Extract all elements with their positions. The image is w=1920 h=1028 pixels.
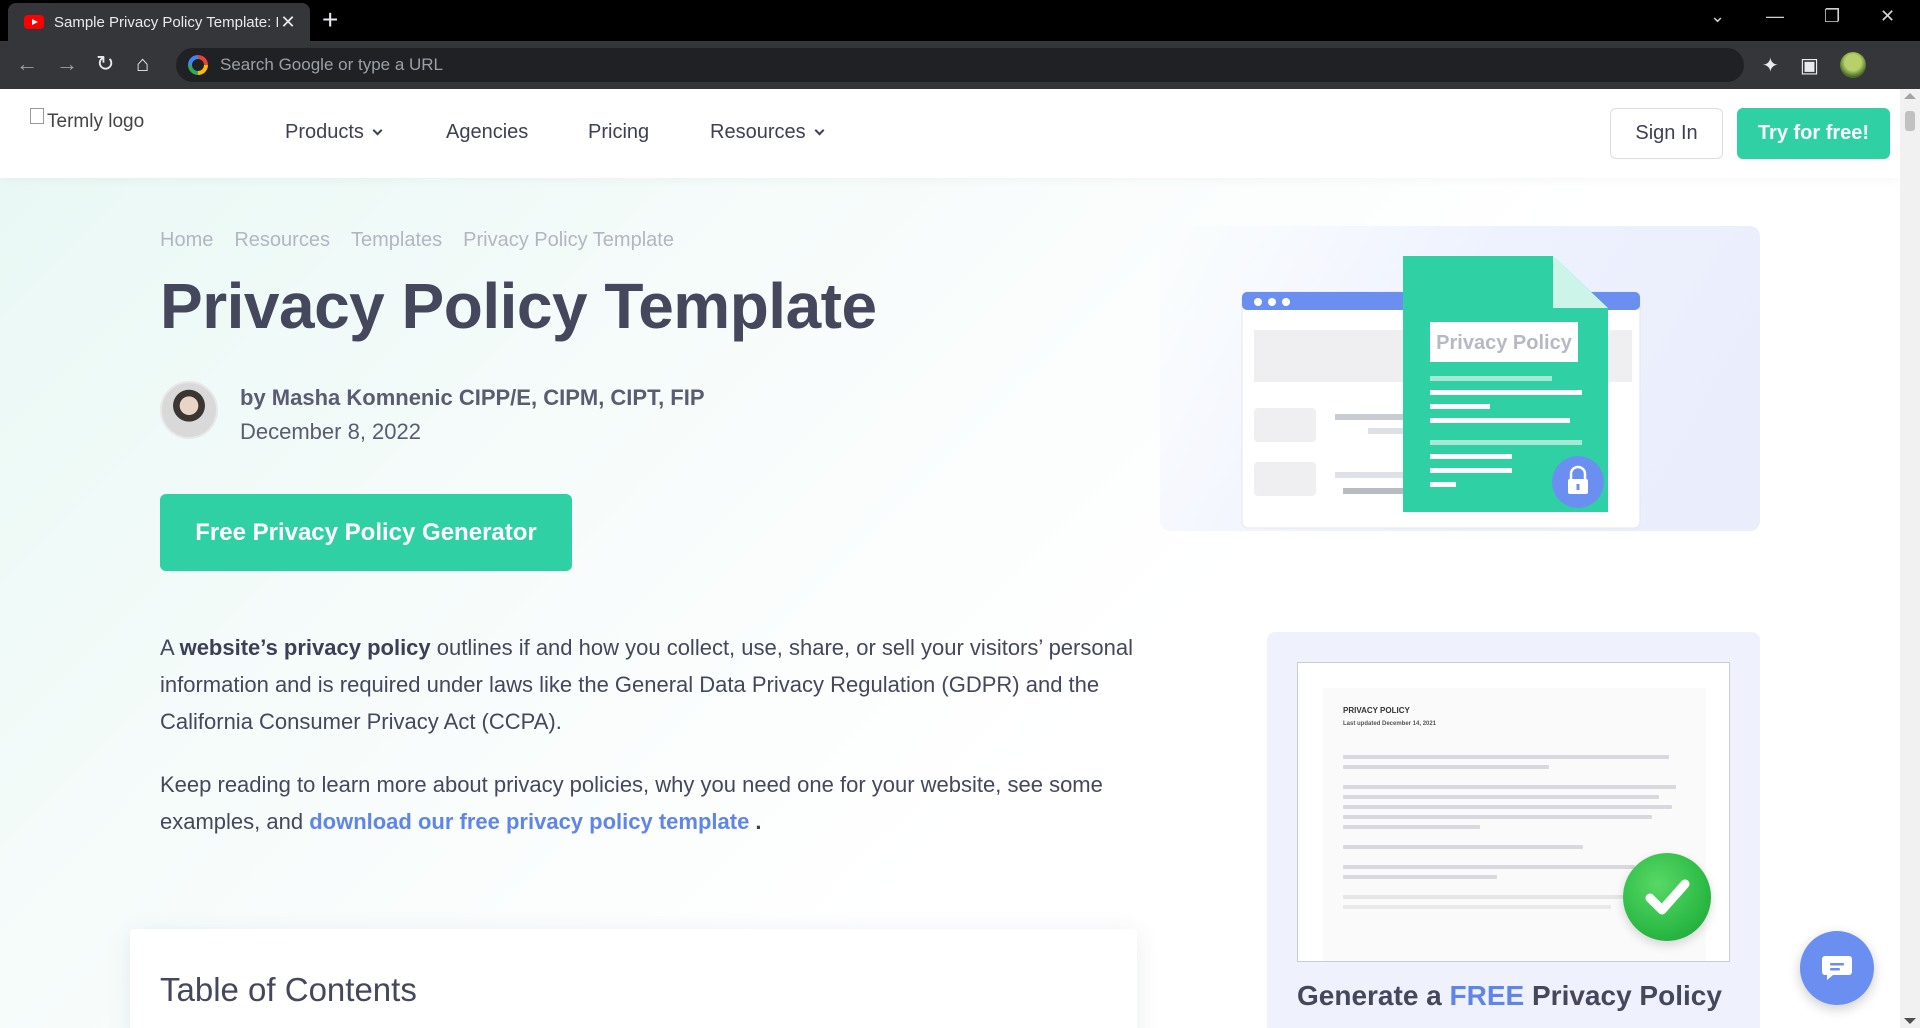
privacy-policy-illustration: Privacy Policy <box>1241 256 1641 529</box>
author-byline: by Masha Komnenic CIPP/E, CIPM, CIPT, FI… <box>240 385 705 410</box>
nav-resources-label: Resources <box>710 121 806 143</box>
google-g-icon <box>188 55 208 75</box>
tab-search-icon[interactable]: ⌄ <box>1710 6 1725 27</box>
nav-pricing[interactable]: Pricing <box>588 121 649 144</box>
site-header: Termly logo Products Agencies Pricing Re… <box>0 89 1900 178</box>
address-bar-placeholder: Search Google or type a URL <box>220 55 444 74</box>
browser-tab-strip: Sample Privacy Policy Template: F ✕ + ⌄ … <box>0 0 1920 41</box>
close-window-button[interactable]: ✕ <box>1880 6 1895 27</box>
chat-icon <box>1822 956 1852 980</box>
scroll-up-arrow-icon[interactable] <box>1904 93 1916 99</box>
lock-icon <box>1552 456 1604 508</box>
home-button[interactable]: ⌂ <box>136 51 149 77</box>
nav-agencies[interactable]: Agencies <box>446 121 528 144</box>
breadcrumb-current: Privacy Policy Template <box>463 229 674 251</box>
breadcrumb-templates[interactable]: Templates <box>351 229 442 252</box>
privacy-policy-doc-preview: PRIVACY POLICY Last updated December 14,… <box>1297 662 1730 962</box>
restore-button[interactable]: ❐ <box>1824 6 1840 27</box>
breadcrumb-resources[interactable]: Resources <box>234 229 330 252</box>
youtube-favicon-icon <box>24 15 44 29</box>
browser-tab-active[interactable]: Sample Privacy Policy Template: F ✕ <box>8 3 310 41</box>
toc-title: Table of Contents <box>160 971 417 1008</box>
download-template-link[interactable]: download our free privacy policy templat… <box>309 809 749 834</box>
nav-agencies-label: Agencies <box>446 121 529 143</box>
minimize-button[interactable]: — <box>1766 6 1784 27</box>
chevron-down-icon <box>814 125 825 135</box>
sidebar-generator-card[interactable]: PRIVACY POLICY Last updated December 14,… <box>1267 632 1760 1028</box>
nav-resources[interactable]: Resources <box>710 121 825 144</box>
try-free-button[interactable]: Try for free! <box>1737 108 1890 159</box>
browser-toolbar: ← → ↻ ⌂ Search Google or type a URL ✦ ▣ <box>0 41 1920 89</box>
sign-in-button[interactable]: Sign In <box>1610 108 1723 159</box>
profile-avatar-icon[interactable] <box>1840 52 1866 78</box>
free-privacy-policy-generator-button[interactable]: Free Privacy Policy Generator <box>160 494 572 571</box>
tab-title: Sample Privacy Policy Template: F <box>54 13 278 31</box>
broken-image-icon <box>30 108 44 124</box>
page-title: Privacy Policy Template <box>160 270 877 342</box>
puzzle-icon[interactable]: ✦ <box>1762 53 1779 78</box>
nav-pricing-label: Pricing <box>588 121 650 143</box>
nav-products-label: Products <box>285 121 364 143</box>
doc-heading: PRIVACY POLICY <box>1343 706 1410 715</box>
breadcrumb: Home Resources Templates Privacy Policy … <box>160 229 695 252</box>
new-tab-button[interactable]: + <box>322 6 338 34</box>
author-avatar <box>160 381 218 439</box>
scrollbar-thumb[interactable] <box>1905 111 1915 131</box>
table-of-contents: Table of Contents <box>130 929 1137 1028</box>
breadcrumb-home[interactable]: Home <box>160 229 213 252</box>
side-panel-icon[interactable]: ▣ <box>1800 53 1819 78</box>
illustration-label: Privacy Policy <box>1436 332 1573 354</box>
intro-paragraph-1: A website’s privacy policy outlines if a… <box>160 635 1133 734</box>
back-button[interactable]: ← <box>16 51 38 77</box>
reload-button[interactable]: ↻ <box>96 51 114 77</box>
forward-button[interactable]: → <box>56 51 78 77</box>
publish-date: December 8, 2022 <box>240 419 421 444</box>
termly-logo[interactable]: Termly logo <box>30 108 145 133</box>
address-bar[interactable]: Search Google or type a URL <box>176 48 1744 82</box>
logo-alt-text: Termly logo <box>47 111 145 132</box>
scroll-down-arrow-icon[interactable] <box>1904 1018 1916 1024</box>
chevron-down-icon <box>372 125 383 135</box>
intro-bold-text: website’s privacy policy <box>179 635 431 660</box>
sidebar-title[interactable]: Generate a FREE Privacy Policy <box>1297 980 1722 1012</box>
checkmark-icon <box>1623 853 1711 941</box>
tab-close-icon[interactable]: ✕ <box>278 12 298 33</box>
chat-widget-button[interactable] <box>1800 931 1874 1005</box>
intro-paragraph-2: Keep reading to learn more about privacy… <box>160 772 1103 834</box>
page-viewport: Termly logo Products Agencies Pricing Re… <box>0 89 1920 1028</box>
nav-products[interactable]: Products <box>285 121 383 144</box>
hero-illustration: Privacy Policy <box>1160 226 1760 531</box>
page-scrollbar[interactable] <box>1900 89 1920 1028</box>
